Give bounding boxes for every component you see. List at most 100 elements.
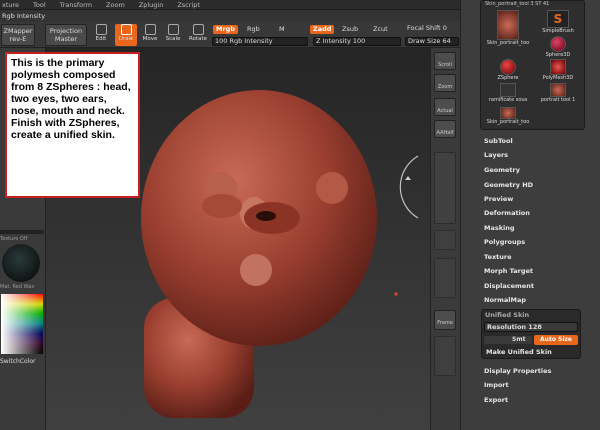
section-layers[interactable]: Layers (484, 151, 508, 159)
tool-thumb-skin-portrait[interactable]: Skin_portrait_too (485, 10, 531, 46)
menu-zoom[interactable]: Zoom (106, 1, 125, 9)
sphere3d-icon (550, 36, 566, 52)
menu-zplugin[interactable]: Zplugin (139, 1, 164, 9)
draw-tool[interactable]: Draw (115, 24, 137, 46)
polymesh3d-icon (550, 59, 566, 75)
status-text: Rgb Intensity (2, 12, 46, 20)
menu-texture[interactable]: xture (2, 1, 19, 9)
zadd-button[interactable]: Zadd (310, 25, 335, 34)
master-label: Master (54, 35, 78, 43)
zoom-label: Zoom (437, 84, 453, 90)
rotate-label: Rotate (188, 36, 207, 42)
draw-size-slider[interactable]: Draw Size 64 (405, 37, 459, 46)
tool-thumb-skin-portrait-2[interactable]: Skin_portrait_too (485, 107, 531, 125)
skin-portrait-2-label: Skin_portrait_too (486, 119, 530, 125)
menu-zscript[interactable]: Zscript (177, 1, 200, 9)
zmapper-button[interactable]: ZMapper rev-E (1, 24, 35, 46)
frame-label: Frame (437, 320, 453, 326)
skin-portrait-2-icon (500, 107, 516, 119)
section-morph-target[interactable]: Morph Target (484, 267, 533, 275)
status-bar: Rgb Intensity (0, 10, 460, 22)
tool-thumb-zsphere[interactable]: ZSphere (485, 59, 531, 81)
rgb-button[interactable]: Rgb (244, 25, 263, 34)
m-button[interactable]: M (276, 25, 288, 34)
section-normalmap[interactable]: NormalMap (484, 296, 526, 304)
zsub-button[interactable]: Zsub (339, 25, 361, 34)
local-button[interactable] (434, 258, 456, 298)
scale-icon (167, 24, 179, 35)
section-display-properties[interactable]: Display Properties (484, 367, 551, 375)
section-polygroups[interactable]: Polygroups (484, 238, 525, 246)
section-masking[interactable]: Masking (484, 224, 515, 232)
section-preview[interactable]: Preview (484, 195, 513, 203)
unified-skin-subpalette: Unified Skin Resolution 128 Smt Auto Siz… (481, 309, 581, 359)
material-preview[interactable] (2, 244, 40, 282)
simplebrush-label: SimpleBrush (542, 28, 574, 34)
zmapper-version: rev-E (9, 35, 27, 43)
scroll-button[interactable]: Scroll (434, 52, 456, 70)
z-intensity-slider[interactable]: Z Intensity 100 (313, 37, 401, 46)
section-displacement[interactable]: Displacement (484, 282, 534, 290)
edit-tool[interactable]: Edit (90, 24, 112, 46)
zmapper-label: ZMapper (3, 27, 33, 35)
resolution-slider[interactable]: Resolution 128 (484, 322, 578, 332)
material-label: Mat. Red Wax (0, 284, 35, 290)
zsphere-icon (500, 59, 516, 75)
ramificate-icon (500, 83, 516, 97)
color-picker[interactable] (1, 294, 43, 354)
tool-palette: Skin_portrait_tool 3 ST 41 Skin_portrait… (480, 0, 585, 130)
rgb-intensity-slider[interactable]: 100 Rgb Intensity (212, 37, 308, 46)
portrait-tool-icon (550, 83, 566, 97)
projection-master-button[interactable]: Projection Master (45, 24, 87, 46)
portrait-tool-label: portrait tool 1 (540, 97, 576, 103)
projection-label: Projection (49, 27, 83, 35)
move-icon (144, 24, 156, 35)
perspective-button[interactable] (434, 230, 456, 250)
frame-button[interactable]: Frame (434, 310, 456, 330)
zsphere-label: ZSphere (497, 75, 519, 81)
tool-thumb-simplebrush[interactable]: S SimpleBrush (534, 10, 582, 34)
rotation-gizmo (399, 155, 419, 219)
actual-button[interactable]: Actual (434, 98, 456, 116)
section-subtool[interactable]: SubTool (484, 137, 513, 145)
smooth-slider[interactable]: Smt (484, 336, 532, 344)
marker-dot (394, 292, 398, 296)
edit-label: Edit (95, 36, 107, 42)
draw-label: Draw (118, 36, 134, 42)
zcut-button[interactable]: Zcut (370, 25, 391, 34)
section-import[interactable]: Import (484, 381, 509, 389)
menu-tool[interactable]: Tool (33, 1, 46, 9)
section-deformation[interactable]: Deformation (484, 209, 530, 217)
rotate-icon (192, 24, 204, 35)
scroll-label: Scroll (438, 62, 452, 68)
switch-color-button[interactable]: SwitchColor (0, 358, 36, 365)
disabled-buttons (434, 152, 456, 224)
make-unified-skin-button[interactable]: Make Unified Skin (486, 348, 552, 356)
auto-size-button[interactable]: Auto Size (534, 335, 578, 345)
aahalf-button[interactable]: AAHalf (434, 120, 456, 138)
edit-icon (95, 24, 107, 35)
mrgb-button[interactable]: Mrgb (213, 25, 238, 34)
section-geometry[interactable]: Geometry (484, 166, 520, 174)
right-shelf: Scroll Zoom Actual AAHalf Frame (430, 48, 460, 430)
tool-thumb-ramificate[interactable]: ramificate sosa (483, 83, 533, 103)
zoom-button[interactable]: Zoom (434, 74, 456, 92)
tool-thumb-portrait-tool[interactable]: portrait tool 1 (534, 83, 582, 103)
rotate-tool[interactable]: Rotate (187, 24, 209, 46)
texture-strip (0, 230, 44, 234)
menu-transform[interactable]: Transform (60, 1, 92, 9)
focal-shift-slider[interactable]: Focal Shift 0 (405, 25, 459, 34)
skin-portrait-thumbnail (497, 10, 519, 40)
move-tool[interactable]: Move (139, 24, 161, 46)
tool-thumb-polymesh3d[interactable]: PolyMesh3D (534, 59, 582, 81)
move-label: Move (142, 36, 158, 42)
tool-thumb-sphere3d[interactable]: Sphere3D (534, 36, 582, 58)
scale-tool[interactable]: Scale (162, 24, 184, 46)
section-texture[interactable]: Texture (484, 253, 512, 261)
unified-skin-title[interactable]: Unified Skin (485, 311, 529, 319)
move-scale-buttons[interactable] (434, 336, 456, 376)
chin-mesh (240, 254, 272, 286)
section-geometry-hd[interactable]: Geometry HD (484, 181, 533, 189)
zbrush-window: { "menu": ["xture","Tool","Transform","Z… (0, 0, 600, 430)
section-export[interactable]: Export (484, 396, 508, 404)
